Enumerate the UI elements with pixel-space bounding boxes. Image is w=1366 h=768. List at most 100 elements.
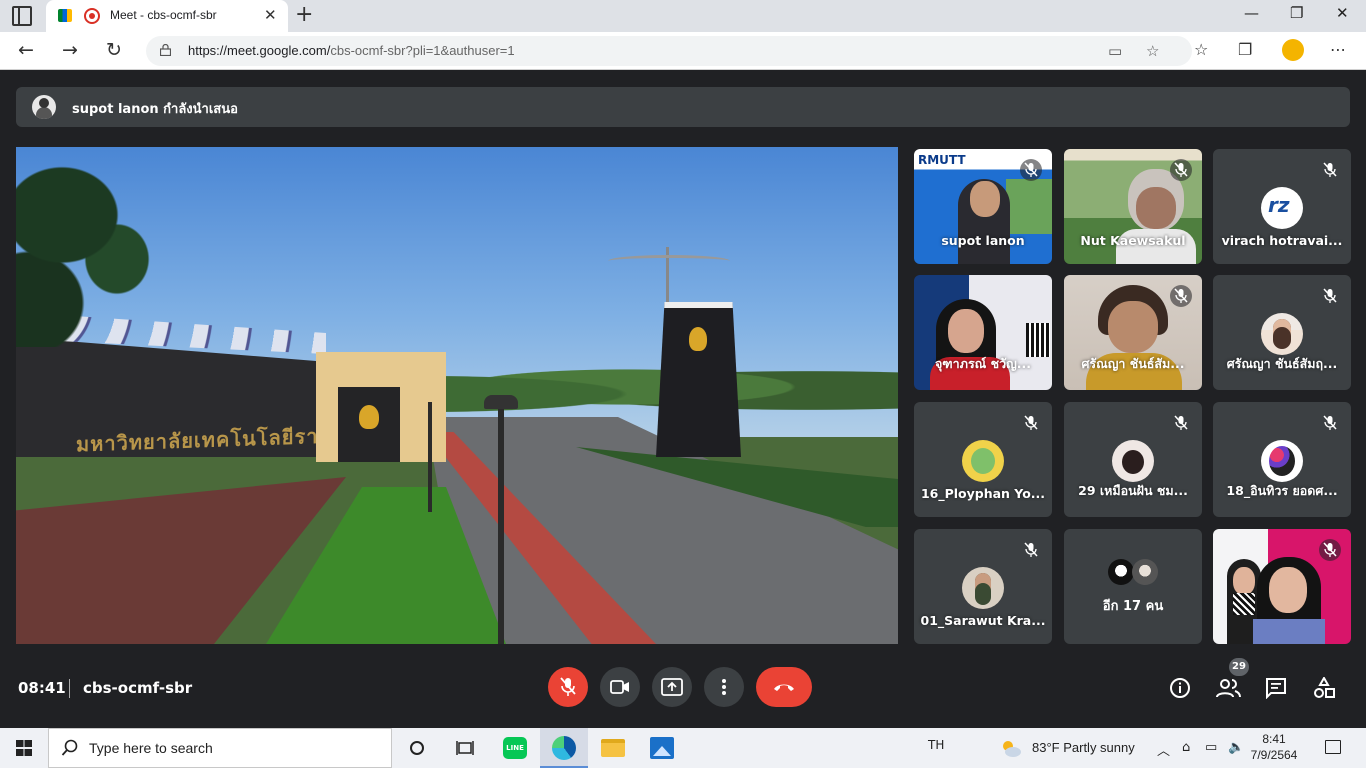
participant-avatar: [1261, 187, 1303, 229]
info-icon[interactable]: [1169, 677, 1191, 699]
taskbar-search[interactable]: Type here to search: [48, 728, 392, 768]
muted-icon: [1020, 412, 1042, 434]
microphone-toggle-button[interactable]: [548, 667, 588, 707]
line-app-icon: LINE: [503, 737, 527, 759]
streetlight-arm: [608, 255, 730, 267]
rmutt-logo: RMUTT: [918, 153, 966, 167]
close-window-button[interactable]: ✕: [1336, 4, 1349, 22]
tab-actions-icon[interactable]: [12, 6, 32, 26]
taskbar-clock[interactable]: 8:41 7/9/2564: [1250, 731, 1298, 763]
participant-shirt: [1253, 619, 1325, 644]
taskbar-photos-app[interactable]: [638, 728, 686, 768]
participant-tile[interactable]: RMUTT supot lanon: [914, 149, 1052, 264]
show-hidden-icons[interactable]: ︿: [1157, 740, 1170, 759]
main-presentation-video[interactable]: มหาวิทยาลัยเทคโนโลยีราชมงคลธัญบุรี: [16, 147, 898, 644]
collections-icon[interactable]: ❐: [1238, 40, 1252, 59]
new-tab-button[interactable]: +: [295, 2, 313, 27]
recording-icon: [84, 8, 100, 24]
chat-icon[interactable]: [1265, 677, 1287, 699]
activities-icon[interactable]: [1313, 677, 1335, 699]
camera-toggle-button[interactable]: [600, 667, 640, 707]
presenting-banner: supot lanon กำลังนำเสนอ: [16, 87, 1350, 127]
participant-avatar: [1112, 440, 1154, 482]
participant-avatar: [1261, 440, 1303, 482]
more-menu-icon[interactable]: ⋯: [1330, 40, 1346, 59]
participant-face: [1136, 187, 1176, 229]
browser-tab[interactable]: Meet - cbs-ocmf-sbr ✕: [46, 0, 288, 32]
participant-name: 16_Ployphan Yo...: [920, 486, 1046, 501]
people-count-badge: 29: [1229, 658, 1249, 676]
lamp-post: [428, 402, 432, 512]
emblem-tower: [656, 302, 741, 457]
muted-icon: [1170, 159, 1192, 181]
people-icon[interactable]: [1216, 677, 1242, 699]
muted-icon: [1170, 412, 1192, 434]
meet-window: supot lanon กำลังนำเสนอ มหาวิทยาลัยเทคโน…: [0, 70, 1366, 728]
favorites-icon[interactable]: ☆: [1194, 40, 1208, 59]
participant-tile[interactable]: 01_Sarawut Kra...: [914, 529, 1052, 644]
windows-taskbar: Type here to search LINE TH 83°F Partly …: [0, 728, 1366, 768]
cortana-icon[interactable]: [410, 741, 424, 755]
photos-icon: [650, 737, 674, 759]
weather-text[interactable]: 83°F Partly sunny: [1032, 740, 1135, 755]
url-text[interactable]: https://meet.google.com/cbs-ocmf-sbr?pli…: [188, 43, 515, 58]
camera-in-use-icon[interactable]: ▭: [1108, 42, 1122, 60]
participant-name: supot lanon: [941, 233, 1025, 248]
muted-icon: [1170, 285, 1192, 307]
battery-icon[interactable]: ▭: [1205, 740, 1217, 755]
participant-name: 18_อินทิวร ยอดศ...: [1226, 483, 1338, 498]
present-screen-button[interactable]: [652, 667, 692, 707]
participant-name: 29 เหมือนฝัน ชม...: [1078, 483, 1188, 498]
participant-tile[interactable]: virach hotravai...: [1213, 149, 1351, 264]
meeting-clock: 08:41: [18, 679, 66, 697]
muted-icon: [1319, 159, 1341, 181]
favorite-add-icon[interactable]: ☆: [1146, 42, 1159, 60]
network-icon[interactable]: ⌂: [1182, 740, 1190, 755]
browser-tab-bar: Meet - cbs-ocmf-sbr ✕ + — ❐ ✕: [0, 0, 1366, 32]
folder-icon: [601, 739, 625, 757]
more-options-button[interactable]: [704, 667, 744, 707]
close-tab-icon[interactable]: ✕: [264, 6, 277, 24]
task-view-icon[interactable]: [456, 740, 474, 756]
participant-tile[interactable]: ศรัณญา ชันธ์สัมฤ...: [1213, 275, 1351, 390]
taskbar-file-explorer[interactable]: [589, 728, 637, 768]
partly-sunny-icon[interactable]: [1000, 737, 1022, 759]
participant-tile[interactable]: 29 เหมือนฝัน ชม...: [1064, 402, 1202, 517]
profile-avatar[interactable]: [1282, 39, 1304, 61]
forward-button[interactable]: →: [62, 39, 78, 61]
video-background: [1006, 179, 1052, 234]
participant-tile[interactable]: Nut Kaewsakul: [1064, 149, 1202, 264]
participant-avatar: [962, 567, 1004, 609]
input-language[interactable]: TH: [928, 738, 944, 752]
presenter-avatar: [32, 95, 56, 119]
restore-button[interactable]: ❐: [1290, 4, 1303, 22]
tab-title: Meet - cbs-ocmf-sbr: [110, 8, 217, 22]
participant-tile[interactable]: จุฑาภรณ์ ชวัญ...: [914, 275, 1052, 390]
back-button[interactable]: ←: [18, 39, 34, 61]
mic-off-icon: [560, 677, 576, 696]
windows-start-icon[interactable]: [16, 740, 32, 756]
participant-avatar: [1132, 559, 1158, 585]
qr-code: [1233, 593, 1255, 615]
volume-icon[interactable]: 🔈: [1228, 740, 1244, 755]
end-call-icon: [774, 684, 794, 691]
more-participants-tile[interactable]: อีก 17 คน: [1064, 529, 1202, 644]
clock-date: 7/9/2564: [1250, 748, 1298, 762]
gate-emblem: [359, 405, 379, 429]
taskbar-line-app[interactable]: LINE: [491, 728, 539, 768]
edge-browser-icon: [552, 736, 576, 760]
participant-tile[interactable]: [1213, 529, 1351, 644]
participant-face: [1108, 301, 1158, 353]
minimize-button[interactable]: —: [1244, 4, 1259, 22]
participant-name: จุฑาภรณ์ ชวัญ...: [934, 356, 1032, 371]
leave-call-button[interactable]: [756, 667, 812, 707]
notifications-icon[interactable]: [1325, 740, 1341, 754]
participant-tile[interactable]: 18_อินทิวร ยอดศ...: [1213, 402, 1351, 517]
participant-face: [970, 181, 1000, 217]
muted-icon: [1020, 539, 1042, 561]
participant-tile[interactable]: ศรัณญา ชันธ์สัม...: [1064, 275, 1202, 390]
taskbar-edge-app[interactable]: [540, 728, 588, 768]
address-bar[interactable]: https://meet.google.com/cbs-ocmf-sbr?pli…: [146, 36, 1192, 66]
participant-tile[interactable]: 16_Ployphan Yo...: [914, 402, 1052, 517]
reload-button[interactable]: ↻: [106, 39, 122, 61]
